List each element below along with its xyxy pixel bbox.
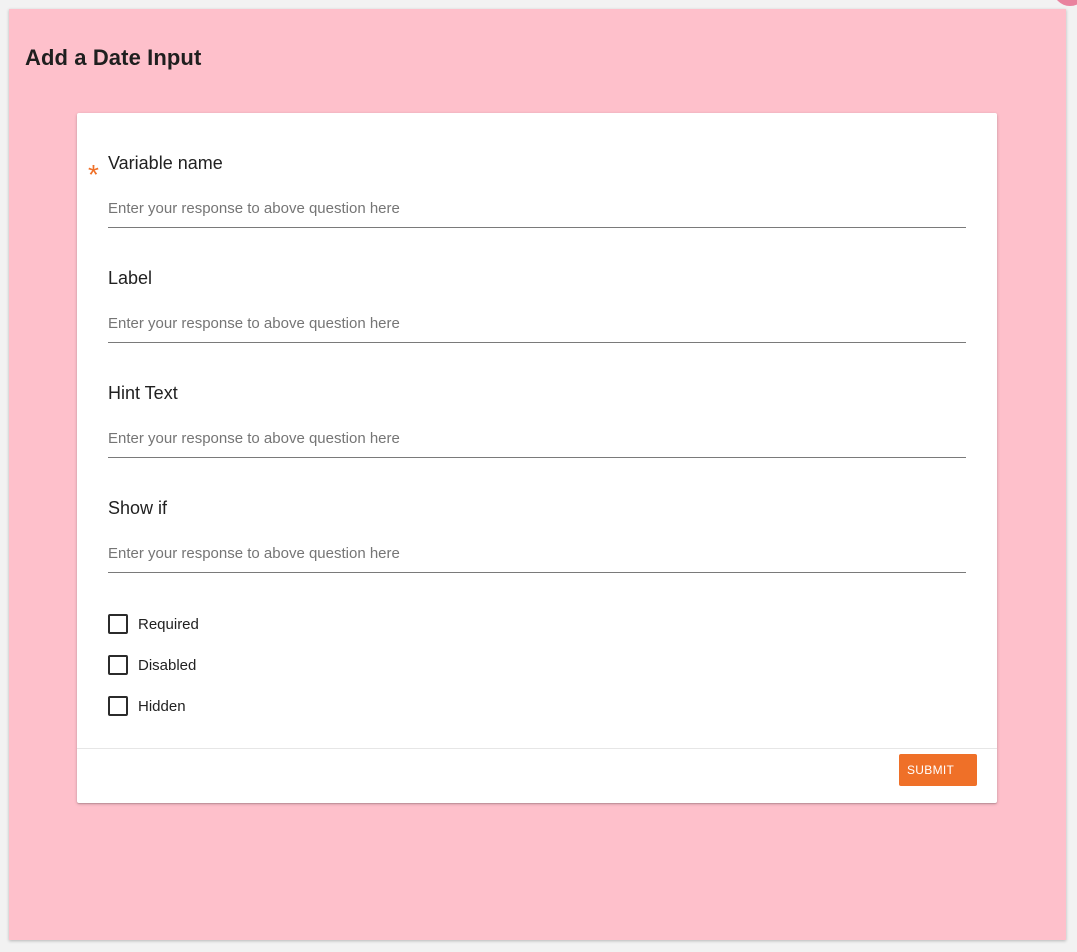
submit-button[interactable]: SUBMIT: [899, 754, 977, 786]
field-label-show-if: Show if: [108, 498, 168, 518]
checkbox-label-disabled: Disabled: [138, 656, 197, 674]
checkbox-disabled-row[interactable]: Disabled: [108, 654, 196, 676]
add-date-input-panel: Add a Date Input * Variable name Label H…: [9, 9, 1066, 940]
corner-accent-shape: [1053, 0, 1077, 6]
show-if-input[interactable]: [108, 538, 966, 573]
checkbox-required-row[interactable]: Required: [108, 613, 199, 635]
checkbox-label-hidden: Hidden: [138, 697, 186, 715]
required-checkbox[interactable]: [108, 614, 128, 634]
field-label-hint-text: Hint Text: [108, 383, 178, 403]
label-input[interactable]: [108, 308, 966, 343]
panel-title: Add a Date Input: [25, 45, 202, 70]
required-star-icon: *: [88, 159, 99, 190]
hint-text-input[interactable]: [108, 423, 966, 458]
hidden-checkbox[interactable]: [108, 696, 128, 716]
checkbox-label-required: Required: [138, 615, 199, 633]
checkbox-hidden-row[interactable]: Hidden: [108, 695, 186, 717]
disabled-checkbox[interactable]: [108, 655, 128, 675]
form-card: * Variable name Label Hint Text Show if …: [77, 113, 997, 803]
field-label-label: Label: [108, 268, 153, 288]
field-label-variable-name: Variable name: [108, 153, 223, 173]
card-actions-divider: [77, 748, 997, 749]
variable-name-input[interactable]: [108, 193, 966, 228]
